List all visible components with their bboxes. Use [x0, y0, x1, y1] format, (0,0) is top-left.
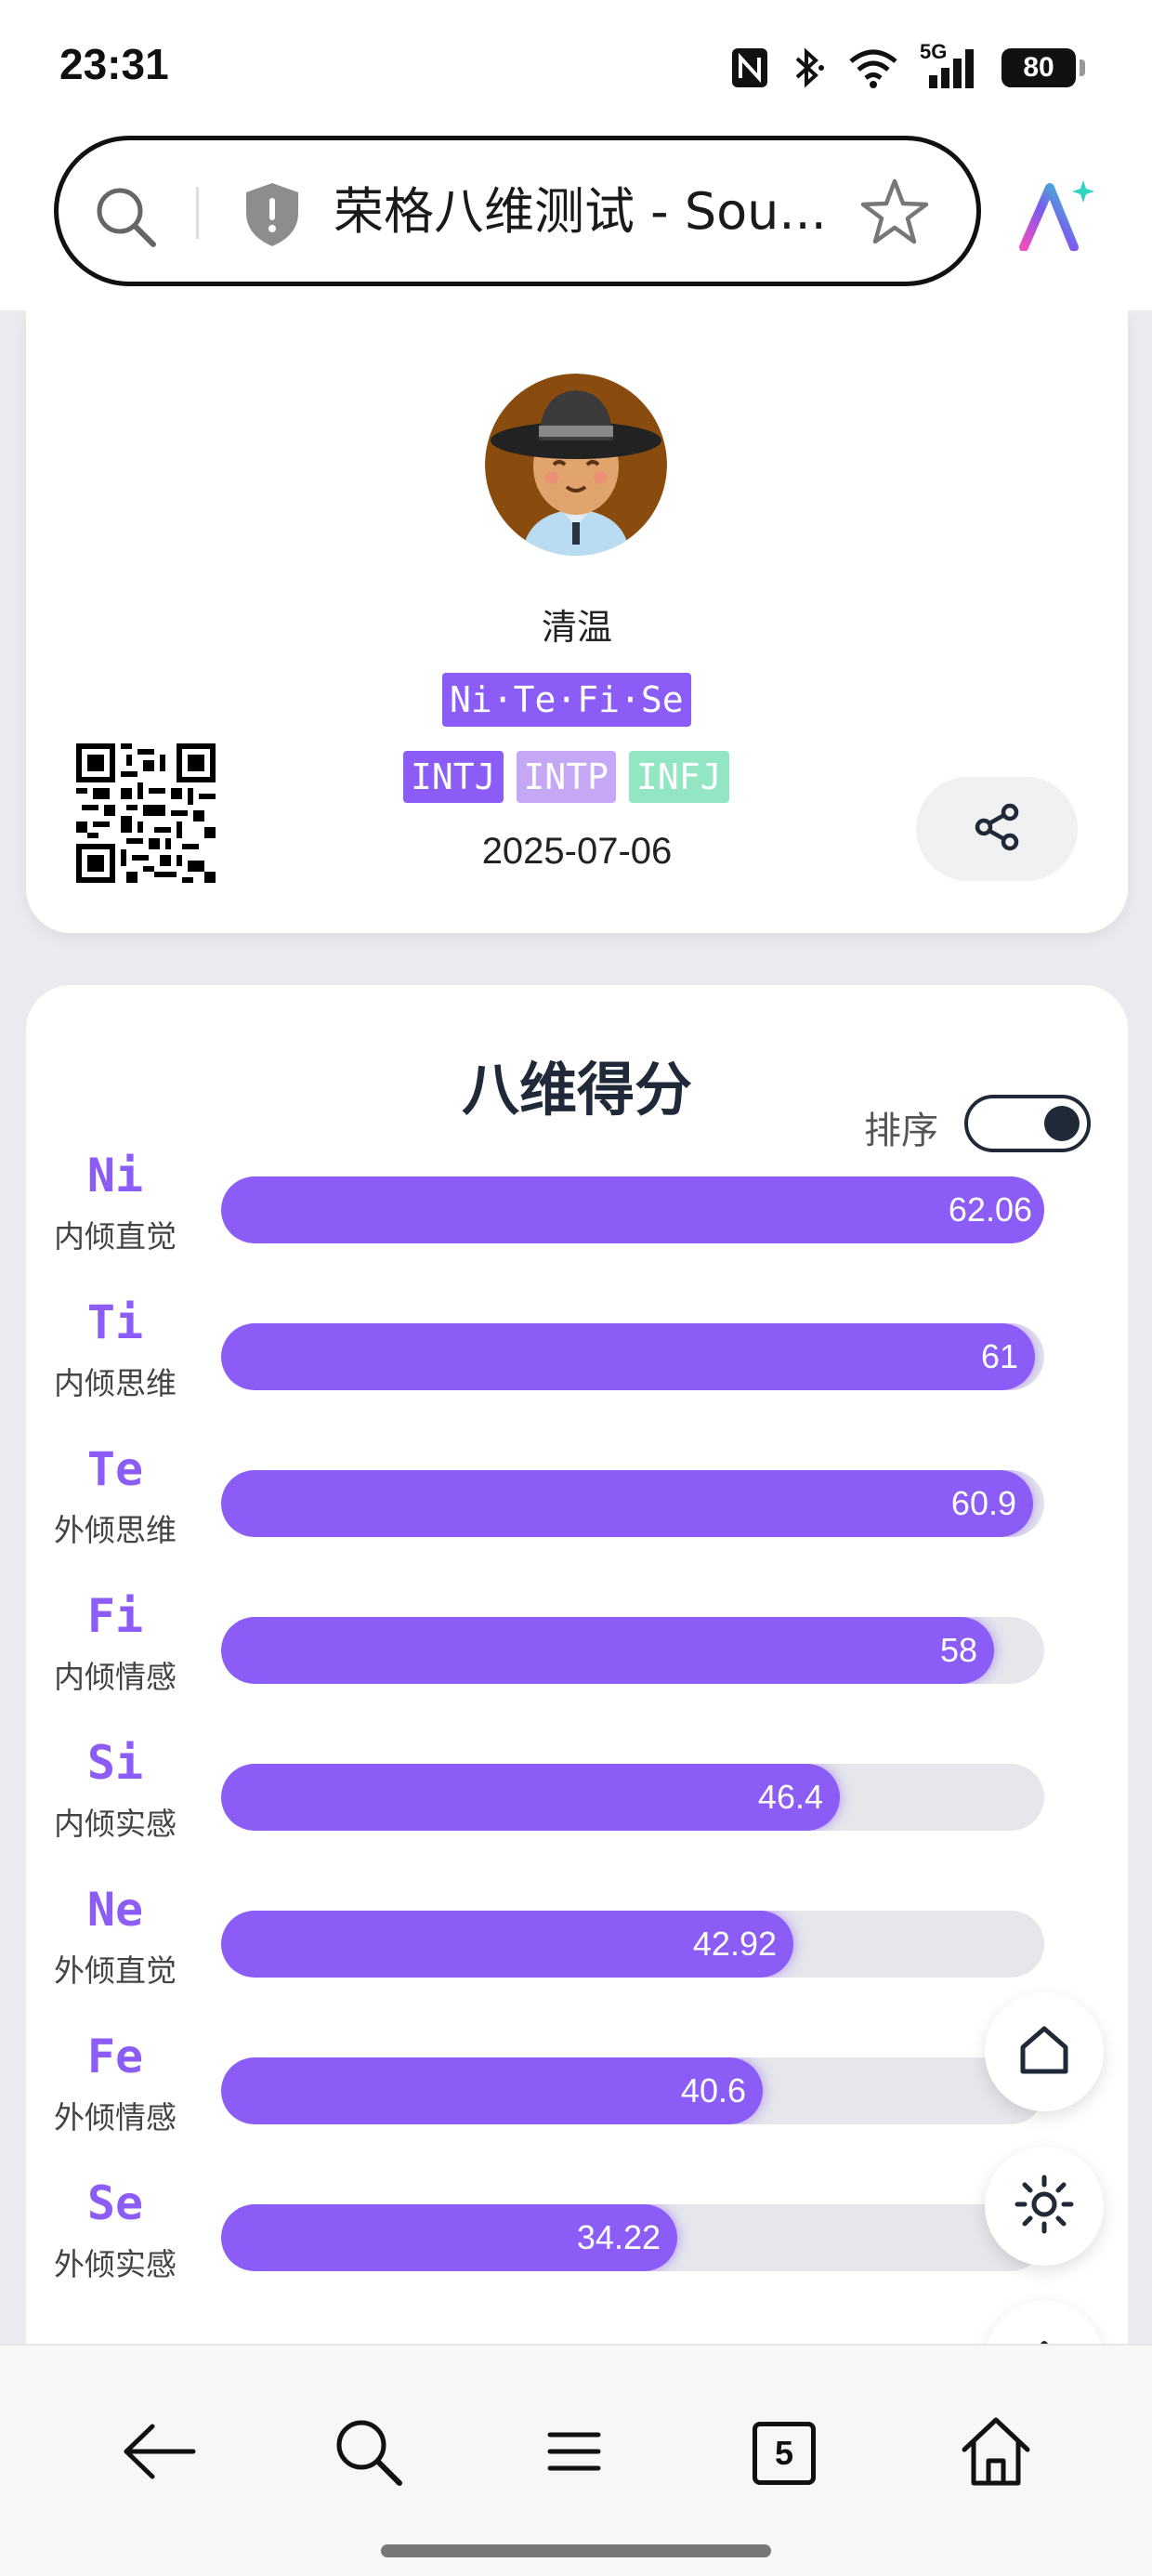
- username: 清温: [541, 607, 612, 648]
- tabs-button[interactable]: 5: [732, 2401, 836, 2505]
- score-bar-track: 40.6: [221, 2057, 1044, 2124]
- score-bar-fill: 60.9: [221, 1470, 1033, 1537]
- score-bar-track: 42.92: [221, 1911, 1044, 1978]
- home-nav-button[interactable]: [944, 2401, 1048, 2505]
- bluetooth-icon: [790, 46, 827, 89]
- menu-button[interactable]: [522, 2401, 626, 2505]
- type-badges: INTJ INTP INFJ: [403, 751, 729, 803]
- score-bar-track: 58: [221, 1617, 1044, 1684]
- function-code: Te: [86, 1442, 144, 1496]
- function-name: 外倾情感: [54, 2099, 177, 2136]
- function-code: Ne: [86, 1883, 144, 1937]
- score-value: 58: [939, 1631, 977, 1669]
- signal-icon: 5G: [920, 40, 981, 90]
- score-bar-fill: 40.6: [221, 2057, 763, 2124]
- score-value: 60.9: [950, 1484, 1016, 1522]
- score-value: 61: [980, 1337, 1018, 1375]
- home-indicator[interactable]: [381, 2544, 771, 2557]
- sort-toggle-knob: [1044, 1106, 1080, 1141]
- function-name: 内倾情感: [54, 1659, 177, 1695]
- function-stack-badge: Ni·Te·Fi·Se: [442, 673, 691, 727]
- profile-card: 清温 Ni·Te·Fi·Se INTJ INTP INFJ 2025-07-06: [26, 310, 1128, 933]
- score-row-si: Si 内倾实感 46.4: [26, 1736, 1128, 1866]
- address-bar[interactable]: 荣格八维测试 - Sou...: [54, 136, 981, 286]
- score-row-ni: Ni 内倾直觉 62.06: [26, 1149, 1128, 1279]
- star-icon[interactable]: [857, 176, 932, 254]
- score-value: 62.06: [948, 1190, 1032, 1229]
- score-row-fi: Fi 内倾情感 58: [26, 1589, 1128, 1719]
- score-bar-track: 62.06: [221, 1176, 1044, 1243]
- double-chevron-up-icon: [1018, 2333, 1070, 2344]
- sort-toggle[interactable]: [964, 1095, 1091, 1152]
- score-bar-fill: 61: [221, 1323, 1035, 1390]
- function-name: 内倾实感: [54, 1806, 177, 1842]
- function-name: 外倾思维: [54, 1512, 177, 1548]
- score-row-te: Te 外倾思维 60.9: [26, 1442, 1128, 1572]
- function-code: Si: [86, 1736, 144, 1790]
- scores-card: 八维得分 排序 Ni 内倾直觉 62.06 Ti 内倾思维 61 Te 外倾思维 60.9 Fi 内…: [26, 985, 1128, 2344]
- page-content: 清温 Ni·Te·Fi·Se INTJ INTP INFJ 2025-07-06: [0, 310, 1152, 2344]
- function-code: Ni: [86, 1149, 144, 1203]
- bottom-nav: 5: [0, 2344, 1152, 2576]
- function-name: 内倾直觉: [54, 1218, 177, 1255]
- function-name: 内倾思维: [54, 1365, 177, 1401]
- score-bar-track: 61: [221, 1323, 1044, 1390]
- browser-top-bar: 荣格八维测试 - Sou...: [0, 130, 1152, 310]
- score-bar-fill: 58: [221, 1617, 994, 1684]
- home-fab[interactable]: [985, 1992, 1104, 2111]
- wifi-icon: [847, 46, 899, 89]
- avatar: [485, 374, 667, 556]
- share-icon: [971, 801, 1023, 857]
- type-badge-secondary: INTP: [516, 751, 617, 803]
- nfc-icon: [730, 46, 769, 89]
- page-title[interactable]: 荣格八维测试 - Sou...: [334, 181, 872, 243]
- theme-toggle-fab[interactable]: [985, 2147, 1104, 2266]
- menu-icon: [544, 2425, 604, 2481]
- status-bar: 23:31 5G 80: [0, 0, 1152, 139]
- scores-title: 八维得分: [461, 1056, 692, 1124]
- type-badge-tertiary: INFJ: [629, 751, 729, 803]
- home-icon: [959, 2414, 1033, 2492]
- score-bar-track: 34.22: [221, 2204, 1044, 2271]
- back-button[interactable]: [106, 2401, 210, 2505]
- tabs-count: 5: [753, 2422, 816, 2485]
- arrow-left-icon: [119, 2419, 197, 2488]
- ai-assistant-icon[interactable]: [1018, 178, 1094, 255]
- home-icon: [1015, 2021, 1073, 2083]
- score-row-ti: Ti 内倾思维 61: [26, 1295, 1128, 1426]
- qr-code: [76, 743, 216, 887]
- score-bar-track: 46.4: [221, 1764, 1044, 1831]
- function-code: Fi: [86, 1589, 144, 1643]
- status-icons: 5G 80: [730, 40, 1085, 93]
- score-bar-fill: 62.06: [221, 1176, 1044, 1243]
- url-divider: [196, 187, 199, 239]
- function-name: 外倾实感: [54, 2246, 177, 2282]
- score-value: 40.6: [680, 2071, 746, 2109]
- search-icon: [331, 2414, 405, 2492]
- function-code: Se: [86, 2176, 144, 2230]
- score-row-fe: Fe 外倾情感 40.6: [26, 2030, 1128, 2160]
- function-code: Ti: [86, 1295, 144, 1349]
- score-row-ne: Ne 外倾直觉 42.92: [26, 1883, 1128, 2013]
- battery-icon: 80: [1001, 48, 1085, 87]
- shield-icon[interactable]: [242, 181, 302, 252]
- score-value: 42.92: [692, 1925, 777, 1963]
- score-bar-track: 60.9: [221, 1470, 1044, 1537]
- share-button[interactable]: [916, 777, 1078, 881]
- score-value: 46.4: [757, 1778, 823, 1816]
- score-row-se: Se 外倾实感 34.22: [26, 2176, 1128, 2307]
- score-bar-fill: 46.4: [221, 1764, 840, 1831]
- function-code: Fe: [86, 2030, 144, 2083]
- search-nav-button[interactable]: [316, 2401, 420, 2505]
- sun-icon: [1014, 2174, 1075, 2239]
- type-badge-primary: INTJ: [403, 751, 504, 803]
- score-bar-fill: 42.92: [221, 1911, 793, 1978]
- score-bar-fill: 34.22: [221, 2204, 677, 2271]
- function-name: 外倾直觉: [54, 1952, 177, 1989]
- status-time: 23:31: [59, 40, 169, 88]
- score-value: 34.22: [576, 2218, 661, 2256]
- sort-label: 排序: [864, 1110, 938, 1152]
- search-icon[interactable]: [92, 183, 159, 254]
